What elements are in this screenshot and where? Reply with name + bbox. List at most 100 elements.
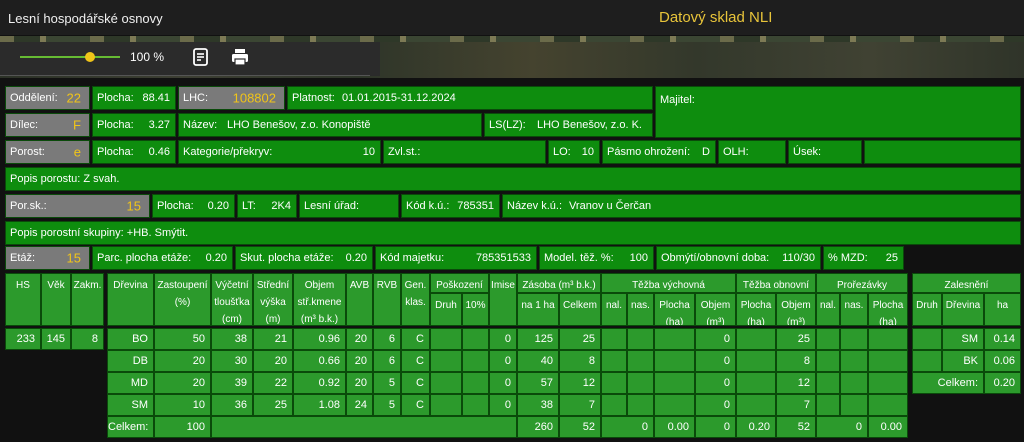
table-cell: 21 — [253, 328, 293, 350]
nazev-field: Název: LHO Benešov, z.o. Konopiště — [178, 113, 482, 137]
table-cell — [840, 350, 868, 372]
table-cell: 0 — [489, 328, 517, 350]
total-cell: 52 — [776, 416, 816, 438]
table-cell: C — [401, 372, 430, 394]
table-cell: 0.96 — [293, 328, 346, 350]
zalesneni-cell — [912, 350, 942, 372]
total-cell: 260 — [517, 416, 559, 438]
table-cell — [601, 328, 627, 350]
pasmo-field: Pásmo ohrožení: D — [602, 140, 716, 164]
zalesneni-cell: SM — [942, 328, 984, 350]
table-cell: 20 — [253, 350, 293, 372]
table-cell: C — [401, 350, 430, 372]
table-cell — [654, 350, 695, 372]
etaz-field: Etáž: 15 — [5, 246, 90, 270]
zvlst-field: Zvl.st.: — [383, 140, 546, 164]
table-cell: 0 — [489, 350, 517, 372]
rvb-header: RVB — [373, 273, 401, 326]
parc-plocha-field: Parc. plocha etáže: 0.20 — [92, 246, 233, 270]
prorezavky-header: Prořezávky — [816, 273, 908, 293]
table-cell: 0 — [489, 372, 517, 394]
table-cell — [601, 372, 627, 394]
table-cell — [868, 350, 908, 372]
tv-nal-header: nal. — [601, 293, 627, 326]
table-cell — [816, 394, 840, 416]
table-cell — [868, 372, 908, 394]
total-cell: 0 — [695, 416, 736, 438]
drevina-header: Dřevina — [107, 273, 154, 326]
table-cell: 1.08 — [293, 394, 346, 416]
table-cell: 6 — [373, 350, 401, 372]
table-cell: 20 — [346, 328, 373, 350]
toolbar-divider — [0, 75, 370, 76]
gen-klas-header: Gen. klas. — [401, 273, 430, 326]
avb-header: AVB — [346, 273, 373, 326]
table-cell: DB — [107, 350, 154, 372]
stredni-vyska-header: Střední výška (m) — [253, 273, 293, 326]
app-title: Lesní hospodářské osnovy — [8, 11, 163, 26]
table-cell: 0 — [695, 328, 736, 350]
table-cell — [430, 394, 462, 416]
table-cell: 20 — [154, 350, 211, 372]
tv-objem-header: Objem (m³) — [695, 293, 736, 326]
total-cell: 0.20 — [736, 416, 776, 438]
table-cell: 0 — [695, 350, 736, 372]
zal-druh-header: Druh — [912, 293, 942, 326]
plocha-porost-field: Plocha: 0.46 — [92, 140, 176, 164]
plocha-oddeleni-field: Plocha: 88.41 — [92, 86, 176, 110]
total-cell: 52 — [559, 416, 601, 438]
p10-header: 10% — [462, 293, 489, 326]
model-tezby-field: Model. těž. %: 100 — [539, 246, 654, 270]
print-icon[interactable] — [229, 46, 251, 68]
pr-nal-header: nal. — [816, 293, 840, 326]
table-cell: MD — [107, 372, 154, 394]
total-cell: 0 — [816, 416, 868, 438]
zoom-slider[interactable] — [20, 56, 120, 58]
table-cell: 7 — [776, 394, 816, 416]
skut-plocha-field: Skut. plocha etáže: 0.20 — [235, 246, 373, 270]
zastoupeni-header: Zastoupení (%) — [154, 273, 211, 326]
majitel-field: Majitel: — [655, 86, 1021, 138]
table-cell — [868, 328, 908, 350]
table-cell — [816, 328, 840, 350]
table-cell: 25 — [253, 394, 293, 416]
usek-field: Úsek: — [788, 140, 862, 164]
tezba-obnovni-header: Těžba obnovní — [736, 273, 816, 293]
popis-porostu: Popis porostu: Z svah. — [5, 167, 1021, 191]
nli-link[interactable]: Datový sklad NLI — [659, 9, 772, 26]
lslz-field: LS(LZ): LHO Benešov, z.o. K. — [484, 113, 653, 137]
table-cell: 40 — [517, 350, 559, 372]
notes-icon[interactable] — [190, 46, 212, 68]
table-cell — [430, 372, 462, 394]
vycetni-tloustka-header: Výčetní tloušťka (cm) — [211, 273, 253, 326]
table-cell — [627, 328, 654, 350]
popis-skupiny: Popis porostní skupiny: +HB. Smýtit. — [5, 221, 1021, 245]
table-cell — [654, 394, 695, 416]
dilec-field: Dílec: F — [5, 113, 90, 137]
table-cell: C — [401, 394, 430, 416]
total-cell — [211, 416, 517, 438]
imise-header: Imise — [489, 273, 517, 326]
table-cell — [736, 394, 776, 416]
pr-plocha-header: Plocha (ha) — [868, 293, 908, 326]
zoom-value: 100 % — [130, 50, 165, 64]
kod-majetku-field: Kód majetku: 785351533 — [375, 246, 537, 270]
table-cell — [654, 328, 695, 350]
table-cell — [840, 328, 868, 350]
porsk-field: Por.sk.: 15 — [5, 194, 150, 218]
table-cell: 30 — [211, 350, 253, 372]
zoom-slider-thumb[interactable] — [85, 52, 95, 62]
table-cell: 25 — [776, 328, 816, 350]
table-cell — [601, 394, 627, 416]
table-cell: 7 — [559, 394, 601, 416]
zasoba-header: Zásoba (m³ b.k.) — [517, 273, 601, 293]
plocha-dilec-field: Plocha: 3.27 — [92, 113, 176, 137]
table-cell: 8 — [559, 350, 601, 372]
table-cell: 0 — [695, 394, 736, 416]
table-cell — [736, 328, 776, 350]
zakm-header: Zakm. — [71, 273, 104, 326]
lhc-field: LHC: 108802 — [178, 86, 285, 110]
table-cell: 24 — [346, 394, 373, 416]
table-cell: 12 — [559, 372, 601, 394]
table-cell — [868, 394, 908, 416]
